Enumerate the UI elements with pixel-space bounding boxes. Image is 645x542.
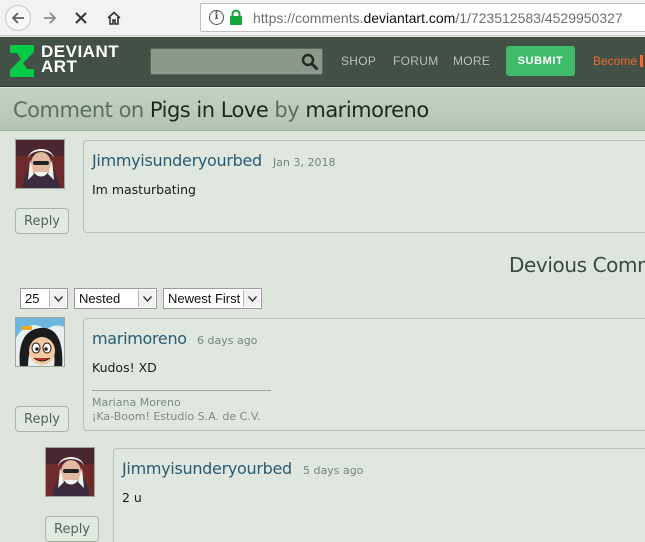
comment-text: 2 u — [122, 490, 142, 505]
back-button[interactable] — [5, 5, 31, 31]
info-icon[interactable]: i — [209, 10, 224, 25]
logo-line-2: ART — [41, 57, 78, 76]
sort-value: Newest First — [168, 291, 241, 306]
search-input[interactable] — [150, 48, 323, 75]
avatar[interactable] — [45, 447, 95, 497]
url-path: /1/723512583/4529950327 — [455, 10, 623, 26]
url-prefix: https://comments. — [253, 10, 364, 26]
nav-forum[interactable]: FORUM — [393, 54, 439, 68]
chevron-down-icon — [138, 290, 155, 307]
forward-button[interactable] — [37, 5, 63, 31]
url-text: https://comments.deviantart.com/1/723512… — [253, 10, 623, 26]
signature: Mariana Moreno ¡Ka-Boom! Estudio S.A. de… — [92, 396, 260, 424]
comment-date[interactable]: Jan 3, 2018 — [273, 156, 335, 169]
become-label: Become — [593, 54, 638, 68]
comment-date[interactable]: 6 days ago — [197, 334, 257, 347]
comment-text: Im masturbating — [92, 182, 196, 197]
title-prefix: Comment on — [13, 98, 150, 122]
per-page-select[interactable]: 25 — [20, 288, 68, 309]
per-page-value: 25 — [25, 291, 40, 306]
title-bar: Comment on Pigs in Love by marimoreno — [0, 88, 645, 131]
artist-link[interactable]: marimoreno — [305, 98, 429, 122]
site-header: DEVIANT ART SHOP FORUM MORE SUBMIT Becom… — [0, 37, 645, 87]
view-mode-select[interactable]: Nested — [74, 288, 157, 309]
nav-shop[interactable]: SHOP — [341, 54, 376, 68]
become-link[interactable]: Become — [593, 54, 644, 68]
signature-divider — [92, 390, 271, 391]
reply-button[interactable]: Reply — [15, 406, 70, 432]
user-avatar-icon — [46, 448, 94, 496]
deviation-title-link[interactable]: Pigs in Love — [150, 98, 269, 122]
close-icon — [75, 12, 87, 24]
comment-author[interactable]: marimoreno — [92, 329, 187, 348]
home-button[interactable] — [101, 5, 127, 31]
reply-button[interactable]: Reply — [15, 208, 70, 234]
signature-line: Mariana Moreno — [92, 396, 181, 409]
arrow-left-icon — [11, 12, 24, 24]
page-title: Comment on Pigs in Love by marimoreno — [13, 98, 429, 122]
nav-more[interactable]: MORE — [453, 54, 490, 68]
comment-author[interactable]: Jimmyisunderyourbed — [92, 151, 262, 170]
comment-date[interactable]: 5 days ago — [303, 464, 363, 477]
deviantart-logo-icon — [10, 45, 34, 77]
search-icon[interactable] — [301, 53, 319, 71]
chevron-down-icon — [49, 290, 66, 307]
home-icon — [107, 11, 121, 25]
url-domain: deviantart.com — [363, 10, 456, 26]
browser-toolbar: i https://comments.deviantart.com/1/7235… — [0, 0, 645, 36]
submit-button[interactable]: SUBMIT — [506, 46, 575, 76]
stop-button[interactable] — [68, 5, 94, 31]
chevron-down-icon — [243, 290, 260, 307]
avatar[interactable] — [15, 317, 65, 367]
sort-select[interactable]: Newest First — [163, 288, 262, 309]
devious-comments-heading: Devious Comm — [509, 253, 645, 277]
address-bar[interactable]: i https://comments.deviantart.com/1/7235… — [200, 3, 645, 32]
comment-author[interactable]: Jimmyisunderyourbed — [122, 459, 292, 478]
arrow-right-icon — [44, 12, 57, 24]
logo-text: DEVIANT ART — [41, 43, 119, 76]
comment-card: Jimmyisunderyourbed Jan 3, 2018 Im mastu… — [83, 140, 645, 233]
user-avatar-icon — [16, 318, 64, 366]
user-avatar-icon — [16, 140, 64, 188]
comment-card: Jimmyisunderyourbed 5 days ago 2 u — [113, 448, 645, 542]
view-mode-value: Nested — [79, 291, 121, 306]
title-by: by — [268, 98, 306, 122]
avatar[interactable] — [15, 139, 65, 189]
signature-line: ¡Ka-Boom! Estudio S.A. de C.V. — [92, 410, 261, 423]
reply-button[interactable]: Reply — [45, 516, 100, 542]
lock-icon — [230, 9, 242, 25]
comment-text: Kudos! XD — [92, 360, 157, 375]
become-marker — [640, 55, 644, 67]
comment-card: marimoreno 6 days ago Kudos! XD Mariana … — [83, 318, 645, 431]
